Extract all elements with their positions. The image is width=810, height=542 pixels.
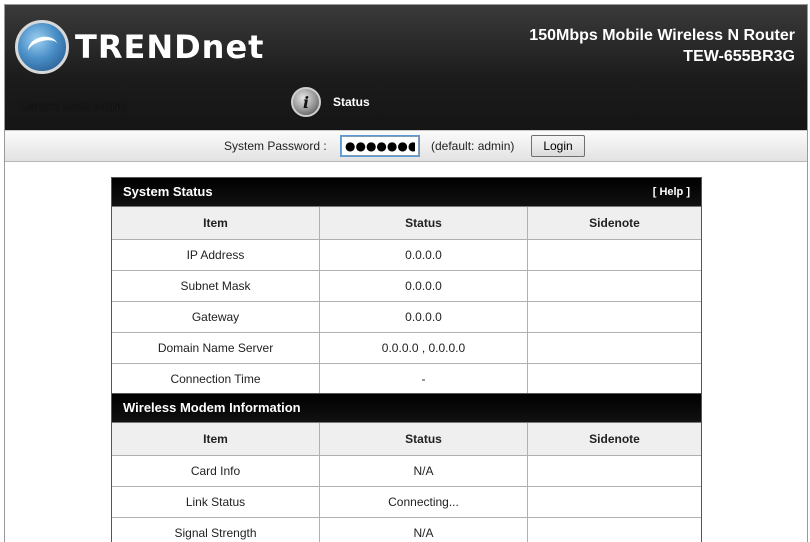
cell-status: N/A [320, 456, 528, 487]
wireless-modem-panel: Wireless Modem Information Item Status S… [111, 393, 702, 542]
cell-status: 0.0.0.0 , 0.0.0.0 [320, 333, 528, 364]
cell-status: Connecting... [320, 487, 528, 518]
product-model: TEW-655BR3G [529, 46, 795, 67]
info-icon[interactable]: i [291, 87, 321, 117]
trendnet-logo-icon [15, 20, 69, 74]
wireless-modem-table: Item Status Sidenote Card Info N/A Link … [112, 423, 701, 542]
product-name: 150Mbps Mobile Wireless N Router [529, 25, 795, 46]
cell-item: Subnet Mask [112, 271, 320, 302]
cell-sidenote [528, 302, 702, 333]
cell-sidenote [528, 456, 702, 487]
column-header-sidenote: Sidenote [528, 423, 702, 456]
system-status-title: System Status [123, 184, 213, 199]
table-row: Gateway 0.0.0.0 [112, 302, 701, 333]
system-status-header: System Status [ Help ] [112, 178, 701, 207]
login-button[interactable]: Login [531, 135, 585, 157]
system-status-panel: System Status [ Help ] Item Status Siden… [111, 177, 702, 396]
table-row: Connection Time - [112, 364, 701, 395]
table-header-row: Item Status Sidenote [112, 423, 701, 456]
cell-status: N/A [320, 518, 528, 542]
brand-name: TRENDnet [75, 28, 264, 66]
header-banner: TRENDnet 150Mbps Mobile Wireless N Route… [5, 5, 807, 130]
cell-item: IP Address [112, 240, 320, 271]
cell-sidenote [528, 364, 702, 395]
cell-status: 0.0.0.0 [320, 271, 528, 302]
system-status-table: Item Status Sidenote IP Address 0.0.0.0 … [112, 207, 701, 395]
cell-item: Signal Strength [112, 518, 320, 542]
table-row: Card Info N/A [112, 456, 701, 487]
column-header-item: Item [112, 423, 320, 456]
product-info: 150Mbps Mobile Wireless N Router TEW-655… [529, 25, 795, 67]
cell-item: Domain Name Server [112, 333, 320, 364]
cell-sidenote [528, 333, 702, 364]
table-row: IP Address 0.0.0.0 [112, 240, 701, 271]
column-header-status: Status [320, 423, 528, 456]
wireless-modem-header: Wireless Modem Information [112, 394, 701, 423]
table-row: Domain Name Server 0.0.0.0 , 0.0.0.0 [112, 333, 701, 364]
cell-item: Connection Time [112, 364, 320, 395]
cell-status: 0.0.0.0 [320, 240, 528, 271]
password-label: System Password : [224, 139, 327, 153]
table-row: Subnet Mask 0.0.0.0 [112, 271, 701, 302]
default-password-hint: (default: admin) [431, 139, 514, 153]
cell-status: 0.0.0.0 [320, 302, 528, 333]
cell-sidenote [528, 271, 702, 302]
column-header-sidenote: Sidenote [528, 207, 702, 240]
table-header-row: Item Status Sidenote [112, 207, 701, 240]
cell-sidenote [528, 518, 702, 542]
table-row: Link Status Connecting... [112, 487, 701, 518]
cell-sidenote [528, 240, 702, 271]
trendnet-logo: TRENDnet [15, 17, 264, 77]
cell-item: Card Info [112, 456, 320, 487]
router-admin-frame: TRENDnet 150Mbps Mobile Wireless N Route… [4, 4, 808, 542]
login-bar: System Password : (default: admin) Login [5, 130, 807, 162]
password-input[interactable] [341, 136, 419, 156]
wireless-modem-title: Wireless Modem Information [123, 400, 301, 415]
column-header-status: Status [320, 207, 528, 240]
cell-item: Link Status [112, 487, 320, 518]
status-menu-link[interactable]: i Status [291, 87, 370, 117]
status-menu-label[interactable]: Status [333, 95, 370, 109]
cell-item: Gateway [112, 302, 320, 333]
cell-sidenote [528, 487, 702, 518]
help-link[interactable]: [ Help ] [653, 186, 690, 198]
table-row: Signal Strength N/A [112, 518, 701, 542]
column-header-item: Item [112, 207, 320, 240]
cell-status: - [320, 364, 528, 395]
main-menu-title: USER's MAIN MENU [21, 101, 127, 113]
